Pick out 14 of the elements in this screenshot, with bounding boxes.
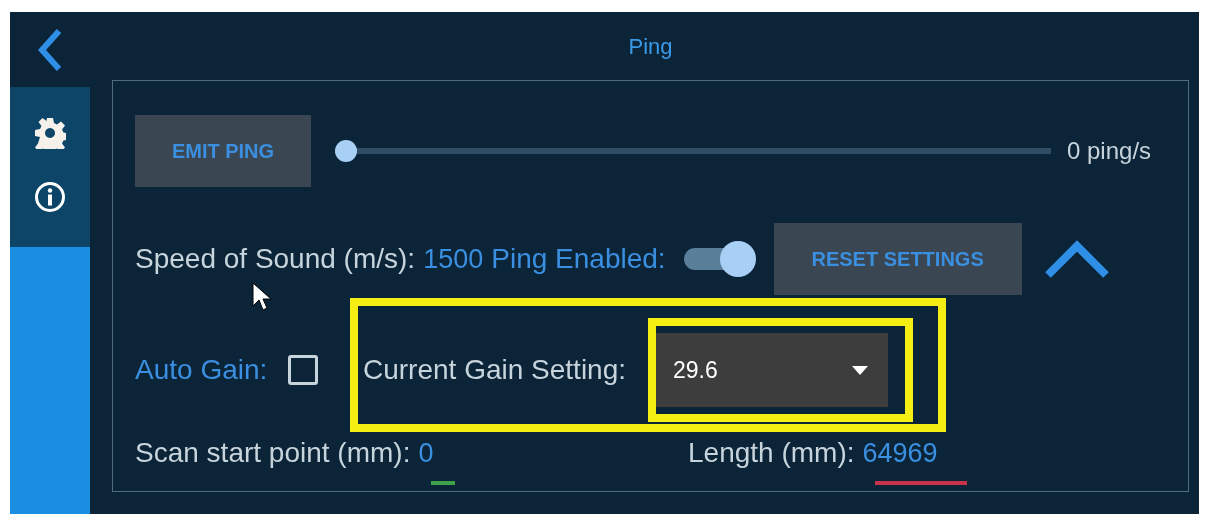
auto-gain-label: Auto Gain:	[135, 353, 268, 387]
scan-start-label: Scan start point (mm):	[135, 436, 411, 470]
length-label: Length (mm):	[688, 436, 855, 470]
current-gain-label: Current Gain Setting:	[363, 353, 627, 387]
emit-ping-button[interactable]: EMIT PING	[135, 115, 311, 187]
speed-of-sound-value: 1500	[423, 242, 484, 276]
gain-dropdown[interactable]: 29.6	[653, 333, 888, 407]
ping-enabled-label: Ping Enabled:	[491, 242, 666, 276]
reset-settings-button[interactable]: RESET SETTINGS	[773, 223, 1022, 295]
page-title: Ping	[628, 32, 673, 61]
speed-of-sound-label: Speed of Sound (m/s):	[135, 242, 416, 276]
length-value: 64969	[862, 436, 938, 470]
ping-rate-reading: 0 ping/s	[1067, 136, 1152, 166]
scan-start-value: 0	[418, 436, 434, 470]
